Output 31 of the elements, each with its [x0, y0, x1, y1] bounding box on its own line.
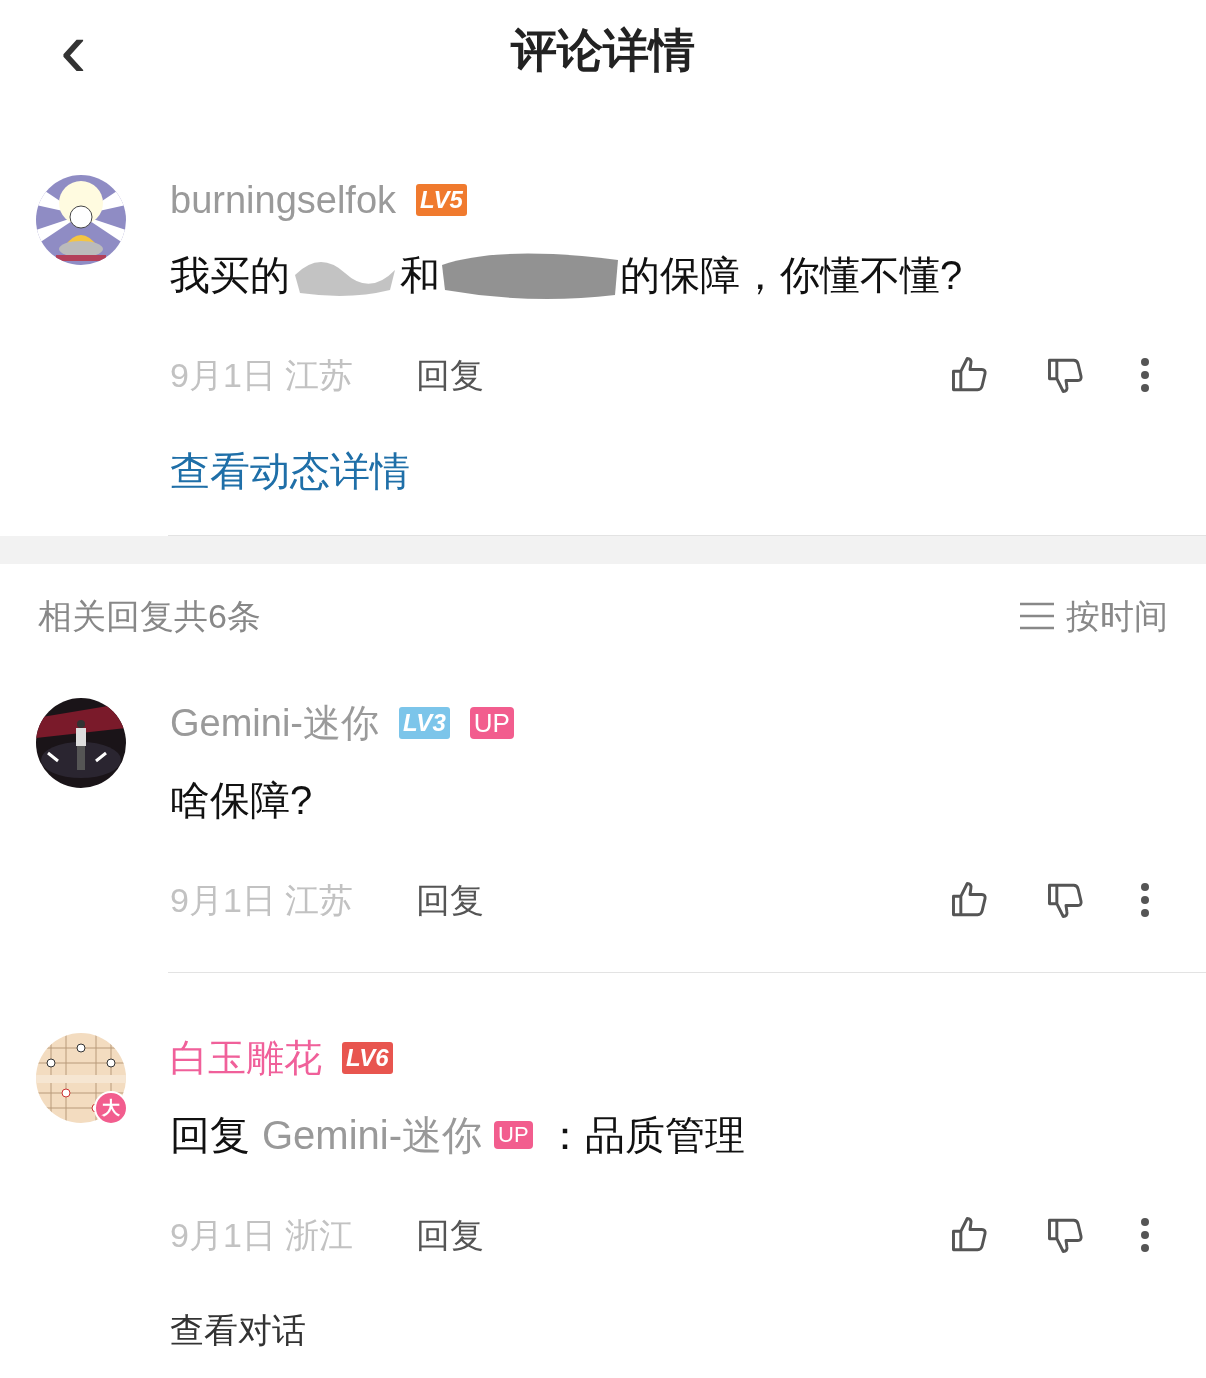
comment-text: 和 [400, 252, 440, 299]
more-icon[interactable] [1140, 882, 1150, 918]
reply-button[interactable]: 回复 [416, 349, 484, 401]
date-location: 9月1日 浙江 [170, 1214, 355, 1256]
level-badge: LV6 [342, 1042, 393, 1074]
comment-text: 的保障，你懂不懂? [620, 252, 963, 299]
username: burningselfok [170, 177, 397, 223]
more-icon[interactable] [1140, 1217, 1150, 1253]
view-post-link[interactable]: 查看动态详情 [170, 449, 410, 493]
level-badge: LV5 [416, 184, 467, 216]
reply-prefix: 回复 [170, 1112, 250, 1159]
comment-text: 我买的 [170, 252, 290, 299]
more-icon[interactable] [1140, 357, 1150, 393]
menu-icon [1020, 602, 1054, 630]
back-button[interactable]: ‹ [60, 10, 87, 90]
sort-button[interactable]: 按时间 [1020, 590, 1168, 642]
reply-button[interactable]: 回复 [416, 1209, 484, 1261]
member-badge: 大 [94, 1091, 128, 1125]
view-conversation-link[interactable]: 查看对话 [170, 1311, 306, 1349]
reply-button[interactable]: 回复 [416, 874, 484, 926]
level-badge: LV3 [399, 707, 450, 739]
page-title: 评论详情 [511, 22, 695, 78]
reply-text: ：品质管理 [544, 1112, 745, 1159]
date-location: 9月1日 江苏 [170, 879, 355, 921]
up-badge: UP [494, 1121, 533, 1149]
username: 白玉雕花 [170, 1035, 322, 1081]
date-location: 9月1日 江苏 [170, 354, 355, 396]
up-badge: UP [469, 707, 514, 739]
username: Gemini-迷你 [170, 700, 380, 746]
reply-text: 啥保障? [170, 777, 313, 824]
reply-count: 相关回复共6条 [38, 595, 261, 637]
